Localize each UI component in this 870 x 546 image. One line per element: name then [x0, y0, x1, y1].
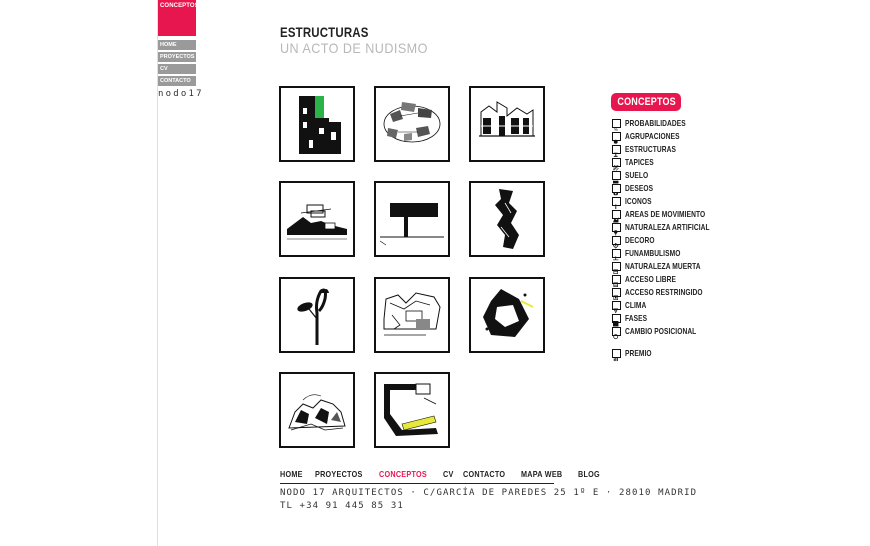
footer-divider — [280, 483, 554, 484]
footer-nav: HOME PROYECTOS CONCEPTOS CV CONTACTO MAP… — [280, 469, 612, 479]
structure-icon — [612, 144, 621, 157]
concept-label: ACCESO LIBRE — [625, 274, 677, 284]
concept-item-acceso-libre[interactable]: ACCESO LIBRE — [612, 273, 690, 287]
project-thumb[interactable] — [374, 181, 450, 257]
project-thumb[interactable] — [279, 277, 355, 353]
footer-address: NODO 17 ARQUITECTOS · C/GARCÍA DE PAREDE… — [280, 488, 698, 498]
open-access-icon — [612, 274, 621, 287]
concept-label: ICONOS — [625, 196, 652, 206]
footer-link-home[interactable]: HOME — [280, 469, 303, 479]
tree-icon — [612, 222, 621, 235]
concept-label: CLIMA — [625, 300, 647, 310]
movement-icon — [612, 209, 621, 222]
percent-icon: % — [612, 118, 621, 132]
concept-item-naturaleza-artificial[interactable]: NATURALEZA ARTIFICIAL — [612, 221, 734, 235]
cantilever-drawing — [379, 203, 444, 246]
concept-label: PREMIO — [625, 348, 652, 358]
nav-current-section[interactable]: CONCEPTOS — [158, 0, 199, 36]
concepts-header: CONCEPTOS — [611, 93, 681, 111]
concept-item-estructuras[interactable]: ESTRUCTURAS — [612, 143, 690, 157]
ground-icon — [612, 170, 621, 183]
footer-link-mapa-web[interactable]: MAPA WEB — [521, 469, 562, 479]
concept-item-cambio-posicional[interactable]: CAMBIO POSICIONAL — [612, 325, 716, 339]
concept-label: ESTRUCTURAS — [625, 144, 676, 154]
project-thumb[interactable] — [469, 277, 545, 353]
cluster-plan-drawing — [383, 102, 441, 143]
footer-link-conceptos[interactable]: CONCEPTOS — [379, 469, 427, 479]
concept-label: AGRUPACIONES — [625, 131, 680, 141]
tower-silhouette-drawing — [495, 189, 519, 249]
concept-item-premio[interactable]: PREMIO — [612, 347, 659, 361]
footer-phone: TL +34 91 445 85 31 — [280, 501, 404, 511]
concept-item-funambulismo[interactable]: FUNAMBULISMO — [612, 247, 696, 260]
concept-item-clima[interactable]: CLIMA — [612, 299, 652, 313]
concept-item-naturaleza-muerta[interactable]: NATURALEZA MUERTA — [612, 260, 722, 274]
project-thumb[interactable] — [279, 181, 355, 257]
footer-link-cv[interactable]: CV — [443, 469, 454, 479]
phases-icon — [612, 313, 621, 326]
concept-label: PROBABILIDADES — [625, 118, 686, 128]
concept-label: DESEOS — [625, 183, 654, 193]
project-thumb[interactable] — [469, 181, 545, 257]
award-icon — [612, 348, 621, 361]
concept-item-agrupaciones[interactable]: AGRUPACIONES — [612, 130, 695, 144]
project-thumb[interactable] — [374, 86, 450, 162]
concept-item-iconos[interactable]: ICONOS — [612, 195, 659, 209]
sketch-building-drawing — [383, 292, 441, 336]
concept-label: DECORO — [625, 235, 655, 245]
concept-item-fases[interactable]: FASES — [612, 312, 653, 326]
concept-label: CAMBIO POSICIONAL — [625, 326, 697, 336]
concept-label: NATURALEZA MUERTA — [625, 261, 701, 271]
climate-icon — [612, 300, 621, 313]
concept-label: ACCESO RESTRINGIDO — [625, 287, 703, 297]
floor-plan-drawing — [384, 383, 438, 436]
concept-item-acceso-restringido[interactable]: ACCESO RESTRINGIDO — [612, 286, 725, 300]
site-plan-drawing — [483, 289, 534, 337]
project-thumb[interactable] — [279, 86, 355, 162]
concept-item-probabilidades[interactable]: % PROBABILIDADES — [612, 117, 703, 132]
project-thumb[interactable] — [374, 372, 450, 448]
project-thumb[interactable] — [279, 372, 355, 448]
building-section-drawing — [299, 96, 341, 154]
page-subtitle: UN ACTO DE NUDISMO — [280, 40, 428, 56]
layered-building-drawing — [287, 204, 347, 240]
footer-link-contacto[interactable]: CONTACTO — [463, 469, 505, 479]
concept-label: TAPICES — [625, 157, 654, 167]
project-thumb[interactable] — [374, 277, 450, 353]
footer-link-blog[interactable]: BLOG — [578, 469, 600, 479]
nav-item-cv[interactable]: CV — [158, 64, 196, 74]
concept-label: SUELO — [625, 170, 649, 180]
circle-group-icon — [612, 131, 621, 144]
concept-label: NATURALEZA ARTIFICIAL — [625, 222, 710, 232]
still-life-icon — [612, 261, 621, 274]
info-icon — [612, 196, 621, 209]
concept-label: AREAS DE MOVIMIENTO — [625, 209, 706, 219]
tightrope-icon — [612, 248, 621, 260]
concept-item-decoro[interactable]: DECORO — [612, 234, 663, 249]
position-change-icon — [612, 326, 621, 339]
footer-link-proyectos[interactable]: PROYECTOS — [315, 469, 363, 479]
restricted-access-icon — [612, 287, 621, 300]
concept-item-areas-de-movimiento[interactable]: AREAS DE MOVIMIENTO — [612, 208, 728, 222]
concept-item-suelo[interactable]: SUELO — [612, 169, 655, 183]
concept-label: FUNAMBULISMO — [625, 248, 681, 258]
project-thumb[interactable] — [469, 86, 545, 162]
concept-item-tapices[interactable]: TAPICES — [612, 156, 662, 171]
brand-logo[interactable]: nodo17 — [158, 89, 204, 99]
nav-item-home[interactable]: HOME — [158, 40, 196, 50]
nav-item-contacto[interactable]: CONTACTO — [158, 76, 196, 86]
concept-label: FASES — [625, 313, 648, 323]
concept-item-deseos[interactable]: DESEOS — [612, 182, 661, 195]
nav-item-proyectos[interactable]: PROYECTOS — [158, 52, 196, 62]
aerial-sketch-drawing — [288, 394, 346, 431]
structure-axon-drawing — [479, 101, 535, 137]
page-title: ESTRUCTURAS — [280, 24, 369, 40]
hatch-icon — [612, 157, 621, 171]
wish-icon — [612, 183, 621, 195]
decor-icon — [612, 235, 621, 249]
tree-drawing — [297, 288, 329, 345]
